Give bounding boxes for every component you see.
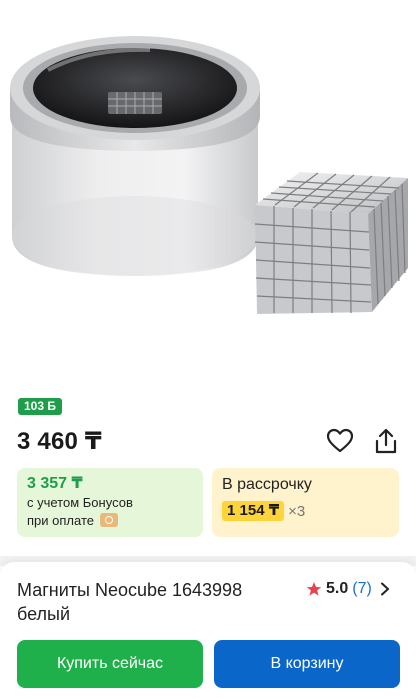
installment-multiplier: ×3 xyxy=(288,502,306,520)
review-count[interactable]: (7) xyxy=(352,580,372,598)
chevron-right-icon[interactable] xyxy=(380,582,390,596)
rating-value: 5.0 xyxy=(326,580,349,597)
star-icon xyxy=(306,582,322,596)
bonus-caption-row: при оплате xyxy=(27,512,193,530)
bonus-caption-line2: при оплате xyxy=(27,513,94,528)
product-image[interactable] xyxy=(0,0,416,390)
installment-price: 1 154 ₸ xyxy=(222,501,285,521)
bonus-coin-icon xyxy=(99,513,118,527)
installment-row: 1 154 ₸ ×3 xyxy=(222,501,389,521)
product-title: Магниты Neocube 1643998 белый xyxy=(17,580,243,624)
installment-box[interactable]: В рассрочку 1 154 ₸ ×3 xyxy=(212,468,399,537)
heart-icon[interactable] xyxy=(326,428,354,454)
bonus-price: 3 357 ₸ xyxy=(27,475,83,492)
rating-summary[interactable]: 5.0 (7) xyxy=(306,580,390,598)
bonus-caption-line1: с учетом Бонусов xyxy=(27,495,133,510)
bonus-badge: 103 Б xyxy=(18,398,62,415)
installment-title: В рассрочку xyxy=(222,476,312,493)
buy-now-button[interactable]: Купить сейчас xyxy=(17,640,203,688)
product-price: 3 460 ₸ xyxy=(17,428,102,455)
bonus-price-box[interactable]: 3 357 ₸ с учетом Бонусов при оплате xyxy=(17,468,203,537)
product-card: 103 Б 3 460 ₸ 3 357 ₸ с учетом Бонусов п… xyxy=(0,0,416,556)
purchase-panel: Магниты Neocube 1643998 белый 5.0 (7) Ку… xyxy=(0,562,416,699)
add-to-cart-button[interactable]: В корзину xyxy=(214,640,400,688)
share-icon[interactable] xyxy=(372,427,400,455)
